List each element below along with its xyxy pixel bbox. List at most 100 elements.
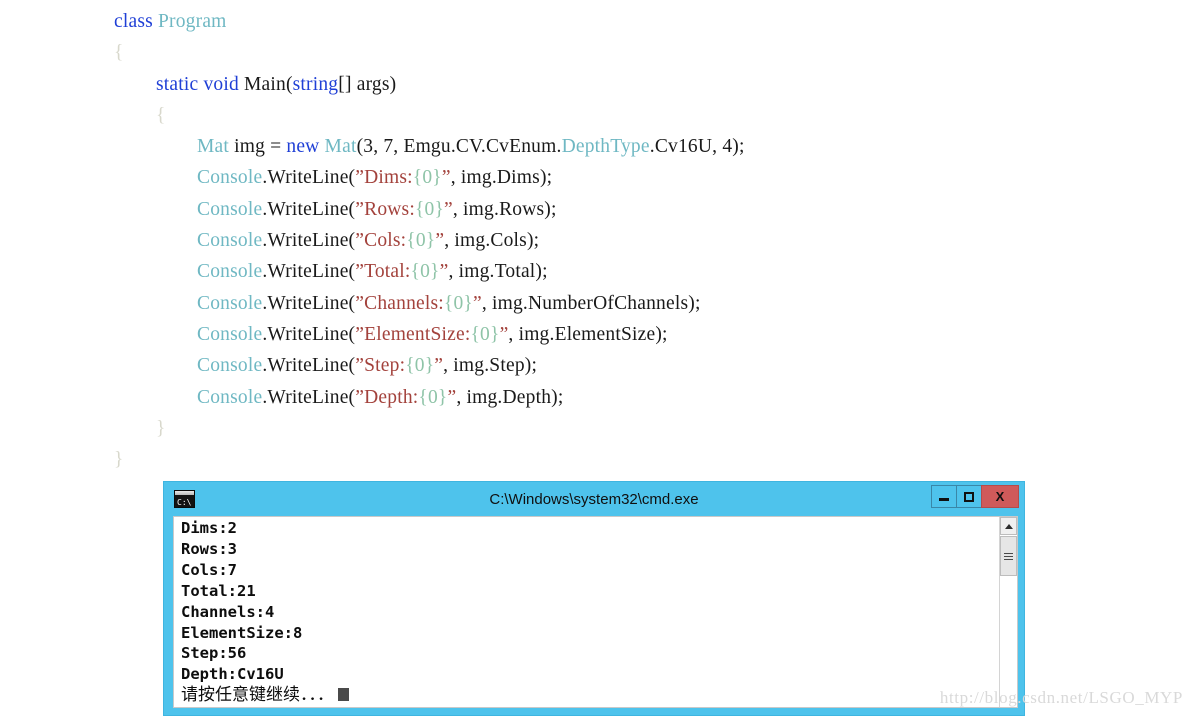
- code-token: , img.ElementSize);: [508, 323, 668, 345]
- code-token: .Cv16U, 4);: [649, 136, 745, 158]
- code-line: Console.WriteLine(”Rows:{0}”, img.Rows);: [0, 194, 1191, 225]
- code-token: {0}: [406, 230, 436, 252]
- code-token: Console: [197, 261, 263, 283]
- code-token: [] args): [338, 73, 397, 95]
- console-titlebar[interactable]: C:\ C:\Windows\system32\cmd.exe X: [164, 482, 1024, 516]
- code-token: {0}: [410, 261, 440, 283]
- code-token: Console: [197, 292, 263, 314]
- console-window-title: C:\Windows\system32\cmd.exe: [489, 490, 699, 508]
- code-token: Program: [157, 11, 227, 32]
- console-line: Step:56: [181, 644, 247, 663]
- code-token: {0}: [412, 167, 442, 189]
- code-token: , img.Cols);: [444, 230, 540, 252]
- code-token: ”: [434, 355, 444, 377]
- scrollbar-thumb[interactable]: [1000, 536, 1017, 576]
- code-token: ”: [355, 386, 365, 408]
- cmd-console-window[interactable]: C:\ C:\Windows\system32\cmd.exe X Dims:2…: [163, 481, 1025, 716]
- code-token: ”: [472, 292, 482, 314]
- code-token: Mat: [197, 136, 230, 158]
- code-token: ”: [355, 261, 365, 283]
- code-listing: class Program {static void Main(string[] …: [0, 0, 1191, 475]
- console-prompt-line: 请按任意键继续．．．: [181, 685, 349, 706]
- code-line: Console.WriteLine(”Total:{0}”, img.Total…: [0, 256, 1191, 287]
- console-output-text: Dims:2 Rows:3 Cols:7 Total:21 Channels:4 Elem…: [181, 518, 349, 706]
- code-line: {: [0, 37, 1191, 68]
- code-token: ”: [355, 167, 365, 189]
- code-token: {0}: [443, 292, 473, 314]
- code-token: {0}: [418, 386, 448, 408]
- code-token: ”: [355, 323, 365, 345]
- code-token: Depth:: [364, 386, 419, 408]
- code-token: Step:: [364, 355, 406, 377]
- code-line: Mat img = new Mat(3, 7, Emgu.CV.CvEnum.D…: [0, 131, 1191, 162]
- console-line: Channels:4: [181, 602, 275, 621]
- code-token: }: [114, 449, 124, 471]
- chevron-up-icon: [1004, 523, 1013, 529]
- code-token: .WriteLine(: [262, 230, 356, 252]
- code-line: Console.WriteLine(”Depth:{0}”, img.Depth…: [0, 382, 1191, 413]
- code-line: Console.WriteLine(”Cols:{0}”, img.Cols);: [0, 225, 1191, 256]
- code-token: void: [203, 73, 239, 95]
- grip-icon: [1004, 551, 1013, 562]
- code-token: img =: [229, 136, 287, 158]
- code-token: , img.NumberOfChannels);: [481, 292, 701, 314]
- code-token: Dims:: [364, 167, 413, 189]
- code-token: Console: [197, 386, 263, 408]
- code-line: }: [0, 444, 1191, 475]
- code-token: , img.Dims);: [450, 167, 553, 189]
- console-line: Rows:3: [181, 539, 237, 558]
- code-token: ”: [355, 355, 365, 377]
- code-line: static void Main(string[] args): [0, 69, 1191, 100]
- cmd-icon-glyph: C:\: [177, 498, 192, 507]
- code-token: string: [292, 73, 339, 95]
- code-token: .WriteLine(: [262, 292, 356, 314]
- code-token: .WriteLine(: [262, 355, 356, 377]
- code-line: }: [0, 413, 1191, 444]
- code-token: new: [286, 136, 320, 158]
- code-line: Console.WriteLine(”Dims:{0}”, img.Dims);: [0, 162, 1191, 193]
- code-line: Console.WriteLine(”ElementSize:{0}”, img…: [0, 319, 1191, 350]
- console-scrollbar[interactable]: [999, 517, 1017, 707]
- minimize-button[interactable]: [931, 485, 957, 508]
- close-button[interactable]: X: [981, 485, 1019, 508]
- code-token: , img.Step);: [443, 355, 538, 377]
- code-token: Console: [197, 323, 263, 345]
- code-token: Channels:: [364, 292, 444, 314]
- code-token: ”: [444, 198, 453, 220]
- maximize-button[interactable]: [956, 485, 982, 508]
- code-line: {: [0, 100, 1191, 131]
- code-line: Console.WriteLine(”Channels:{0}”, img.Nu…: [0, 288, 1191, 319]
- cmd-icon: C:\: [174, 490, 195, 508]
- code-token: ”: [435, 230, 445, 252]
- scroll-up-button[interactable]: [1000, 517, 1017, 535]
- code-token: .WriteLine(: [262, 261, 356, 283]
- code-token: Console: [197, 167, 263, 189]
- window-buttons: X: [931, 485, 1019, 508]
- watermark: http://blog.csdn.net/LSGO_MYP: [939, 688, 1183, 707]
- code-line: Console.WriteLine(”Step:{0}”, img.Step);: [0, 350, 1191, 381]
- code-token: .WriteLine(: [262, 386, 356, 408]
- console-line: Cols:7: [181, 560, 237, 579]
- code-token: ”: [355, 292, 365, 314]
- code-token: {: [114, 42, 124, 64]
- close-icon: X: [995, 489, 1005, 504]
- code-token: Cols:: [364, 230, 407, 252]
- code-token: Console: [197, 198, 263, 220]
- code-token: Main(: [238, 73, 293, 95]
- code-token: .WriteLine(: [262, 198, 356, 220]
- code-token: static: [156, 73, 199, 95]
- console-prompt-text: 请按任意键继续．．．: [181, 685, 334, 706]
- code-token: (3, 7, Emgu.CV.CvEnum.: [356, 136, 562, 158]
- code-token: ”: [447, 386, 457, 408]
- console-line: Total:21: [181, 581, 256, 600]
- code-token: ElementSize:: [364, 323, 471, 345]
- code-token: Console: [197, 355, 263, 377]
- console-line: ElementSize:8: [181, 623, 303, 642]
- code-token: , img.Depth);: [456, 386, 564, 408]
- console-line: Depth:Cv16U: [181, 665, 284, 684]
- code-token: Total:: [364, 261, 411, 283]
- console-output-area[interactable]: Dims:2 Rows:3 Cols:7 Total:21 Channels:4 Elem…: [173, 516, 1018, 708]
- code-token: , img.Total);: [448, 261, 548, 283]
- code-token: {0}: [405, 355, 435, 377]
- code-token: Mat: [324, 136, 357, 158]
